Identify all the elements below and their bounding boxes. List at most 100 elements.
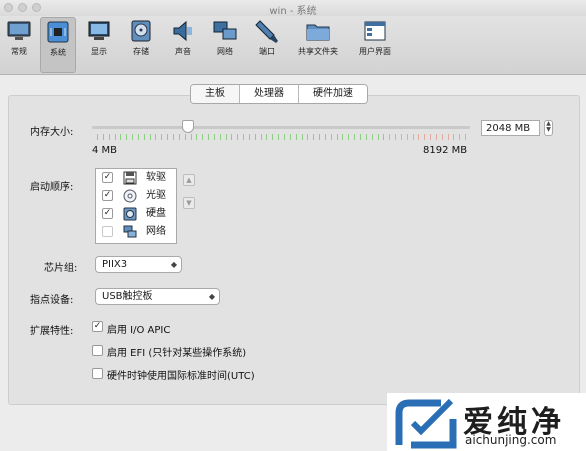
boot-checkbox-network[interactable] (102, 226, 113, 237)
slider-tick (319, 134, 321, 140)
tab-acceleration[interactable]: 硬件加速 (299, 85, 367, 103)
slider-tick (342, 134, 344, 140)
slider-tick (377, 134, 379, 140)
slider-tick (149, 134, 151, 140)
slider-tick (260, 134, 262, 140)
watermark: 爱纯净 aichunjing.com (387, 393, 586, 451)
slider-tick (278, 134, 280, 140)
display-icon (88, 21, 110, 40)
memory-label: 内存大小: (30, 127, 74, 138)
memory-slider-track[interactable] (92, 126, 470, 129)
memory-slider-ticks (97, 134, 467, 140)
toolbar-storage[interactable]: 存储 (124, 17, 158, 73)
slider-tick (248, 134, 250, 140)
boot-item-optical[interactable]: ✓ 光驱 (96, 187, 176, 205)
tab-motherboard[interactable]: 主板 (191, 85, 240, 103)
slider-tick (126, 134, 128, 140)
boot-checkbox-harddisk[interactable]: ✓ (102, 208, 113, 219)
audio-icon (173, 20, 192, 42)
ioapic-checkbox[interactable]: ✓ (92, 321, 103, 332)
title-bar: win - 系统 (0, 0, 586, 17)
toolbar-general[interactable]: 常规 (2, 17, 36, 73)
boot-checkbox-floppy[interactable]: ✓ (102, 172, 113, 183)
window-title: win - 系统 (269, 6, 317, 17)
toolbar-audio[interactable]: 声音 (166, 17, 200, 73)
slider-tick (354, 134, 356, 140)
efi-checkbox[interactable] (92, 345, 103, 356)
efi-label: 启用 EFI (只针对某些操作系统) (107, 348, 247, 359)
chipset-select[interactable]: PIIX3 ◆ (95, 256, 182, 273)
utc-checkbox[interactable] (92, 368, 103, 379)
chevron-updown-icon: ◆ (170, 260, 177, 269)
settings-panel (8, 95, 580, 405)
extended-features-label: 扩展特性: (30, 326, 74, 337)
slider-tick (102, 134, 104, 140)
slider-tick (237, 134, 239, 140)
watermark-logo-icon (395, 398, 457, 449)
boot-item-network[interactable]: 网络 (96, 223, 176, 241)
memory-stepper[interactable]: ▲ ▼ (544, 120, 553, 136)
boot-checkbox-optical[interactable]: ✓ (102, 190, 113, 201)
slider-tick (400, 134, 402, 140)
hard-disk-icon (123, 207, 137, 221)
slider-tick (418, 134, 420, 140)
toolbar-user-interface[interactable]: 用户界面 (352, 17, 398, 73)
watermark-url: aichunjing.com (465, 433, 557, 447)
slider-tick (178, 134, 180, 140)
slider-tick (213, 134, 215, 140)
slider-tick (172, 134, 174, 140)
slider-tick (184, 134, 186, 140)
boot-item-harddisk[interactable]: ✓ 硬盘 (96, 205, 176, 223)
slider-tick (266, 134, 268, 140)
slider-tick (132, 134, 134, 140)
toolbar-display[interactable]: 显示 (82, 17, 116, 73)
slider-tick (371, 134, 373, 140)
slider-tick (348, 134, 350, 140)
system-icon (47, 21, 69, 43)
ports-icon (255, 20, 278, 43)
boot-item-floppy[interactable]: ✓ 软驱 (96, 169, 176, 187)
slider-tick (324, 134, 326, 140)
toolbar-shared-folders[interactable]: 共享文件夹 (292, 17, 344, 73)
slider-tick (459, 134, 461, 140)
slider-tick (465, 134, 467, 140)
tab-processor[interactable]: 处理器 (240, 85, 299, 103)
slider-tick (254, 134, 256, 140)
chevron-updown-icon: ◆ (208, 292, 215, 301)
ioapic-label: 启用 I/O APIC (107, 325, 171, 336)
slider-tick (231, 134, 233, 140)
slider-tick (295, 134, 297, 140)
move-down-button[interactable]: ▼ (183, 197, 195, 209)
slider-tick (406, 134, 408, 140)
memory-min-label: 4 MB (92, 145, 118, 156)
slider-tick (435, 134, 437, 140)
memory-slider-thumb[interactable] (182, 120, 194, 133)
slider-tick (301, 134, 303, 140)
slider-tick (447, 134, 449, 140)
slider-tick (395, 134, 397, 140)
storage-icon (131, 20, 151, 42)
boot-order-label: 启动顺序: (30, 182, 74, 193)
move-up-button[interactable]: ▲ (183, 174, 195, 186)
slider-tick (202, 134, 204, 140)
toolbar-system[interactable]: 系统 (40, 17, 76, 73)
slider-tick (161, 134, 163, 140)
slider-tick (272, 134, 274, 140)
slider-tick (143, 134, 145, 140)
floppy-icon (123, 171, 137, 185)
general-icon (7, 21, 31, 40)
slider-tick (225, 134, 227, 140)
slider-tick (430, 134, 432, 140)
slider-tick (365, 134, 367, 140)
slider-tick (108, 134, 110, 140)
pointing-device-label: 指点设备: (30, 295, 74, 306)
slider-tick (208, 134, 210, 140)
slider-tick (243, 134, 245, 140)
memory-size-input[interactable]: 2048 MB (481, 120, 540, 136)
slider-tick (137, 134, 139, 140)
toolbar-network[interactable]: 网络 (208, 17, 242, 73)
toolbar-ports[interactable]: 端口 (250, 17, 284, 73)
slider-tick (389, 134, 391, 140)
pointing-device-select[interactable]: USB触控板 ◆ (95, 288, 220, 305)
tab-bar: 主板 处理器 硬件加速 (190, 84, 368, 104)
